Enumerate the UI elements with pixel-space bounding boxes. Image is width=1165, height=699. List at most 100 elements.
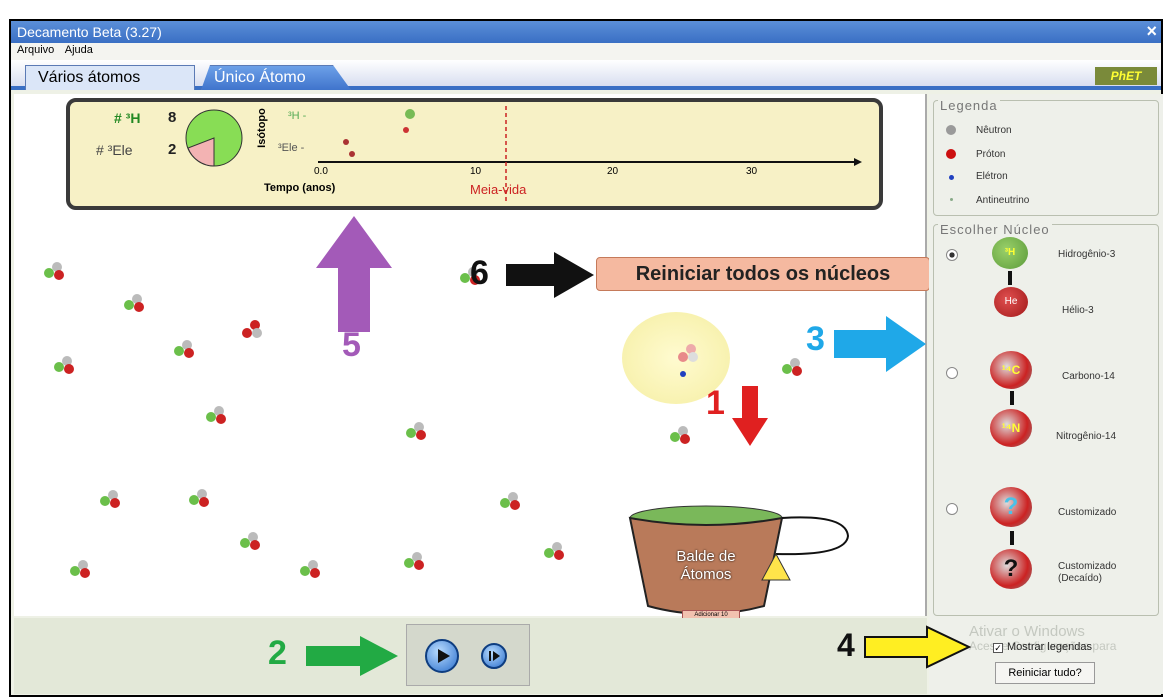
blue-arrow-icon	[834, 316, 926, 372]
h3-atom[interactable]	[670, 426, 692, 446]
reset-all-button[interactable]: Reiniciar tudo?	[995, 662, 1095, 684]
hydrogen-3-nucleus-icon: ³H	[992, 237, 1028, 269]
purple-arrow-icon	[316, 216, 392, 332]
menu-ajuda[interactable]: Ajuda	[65, 44, 93, 56]
nitrogen-14-nucleus-icon: ¹⁴N	[990, 409, 1032, 447]
antineutrino-icon	[950, 198, 953, 201]
h3-atom[interactable]	[100, 490, 122, 510]
h3-atom[interactable]	[240, 532, 262, 552]
decaying-atom[interactable]	[678, 344, 700, 364]
decay-chart: # ³H 8 # ³Ele 2 Isótopo ³H - ³Ele - 0.0 …	[66, 98, 883, 210]
row-h3-label: ³H -	[288, 110, 307, 122]
atom-bucket[interactable]: Balde de Átomos Adicionar 10	[626, 496, 850, 626]
red-arrow-icon	[732, 386, 768, 446]
legend-panel: Legenda Nêutron Próton Elétron Antineutr…	[933, 98, 1159, 216]
x-axis-label: Tempo (anos)	[264, 182, 336, 194]
h3-atom[interactable]	[174, 340, 196, 360]
h3-atom[interactable]	[500, 492, 522, 512]
h3-atom[interactable]	[70, 560, 92, 580]
nucleus-carbono-14: Carbono-14	[1062, 371, 1115, 382]
he3-atom[interactable]	[242, 320, 264, 340]
title-bar: Decamento Beta (3.27) ×	[11, 21, 1161, 43]
nucleus-hidrogenio-3: Hidrogênio-3	[1058, 249, 1116, 260]
h3-atom[interactable]	[206, 406, 228, 426]
helium-3-nucleus-icon: He	[994, 287, 1028, 317]
tick-0: 0.0	[314, 166, 328, 177]
step-button[interactable]	[481, 643, 507, 669]
row-he3-label: ³Ele -	[278, 142, 305, 154]
he3-count-label: # ³Ele	[96, 142, 133, 158]
h3-atom[interactable]	[782, 358, 804, 378]
h3-atom[interactable]	[189, 489, 211, 509]
menu-arquivo[interactable]: Arquivo	[17, 44, 54, 56]
window-title: Decamento Beta (3.27)	[17, 24, 162, 40]
h3-atom[interactable]	[404, 552, 426, 572]
legend-proton: Próton	[976, 149, 1006, 160]
decay-arrow-icon	[1010, 391, 1014, 405]
nucleus-nitrogenio-14: Nitrogênio-14	[1056, 431, 1117, 442]
electron-icon	[949, 175, 954, 180]
h3-count: 8	[168, 109, 177, 126]
annotation-3: 3	[806, 320, 825, 358]
isotope-axis-label: Isótopo	[255, 108, 268, 148]
app-window: Decamento Beta (3.27) × Arquivo Ajuda Vá…	[9, 19, 1163, 697]
close-icon[interactable]: ×	[1146, 21, 1157, 42]
proton-icon	[946, 149, 956, 159]
radio-carbono-14[interactable]	[946, 367, 958, 379]
phet-logo: PhET	[1095, 67, 1157, 85]
carbon-14-nucleus-icon: ¹⁴C	[990, 351, 1032, 389]
menu-bar: Arquivo Ajuda	[11, 43, 1161, 60]
green-arrow-icon	[306, 636, 398, 676]
tick-20: 20	[607, 166, 619, 177]
annotation-4: 4	[837, 627, 855, 663]
neutron-icon	[946, 125, 956, 135]
annotation-1: 1	[706, 384, 725, 422]
show-labels-checkbox[interactable]: ✓	[993, 643, 1003, 653]
reset-all-nuclei-button[interactable]: Reiniciar todos os núcleos	[596, 257, 930, 291]
legend-antineutrino: Antineutrino	[976, 195, 1030, 206]
legend-title: Legenda	[938, 98, 1000, 113]
nucleus-customizado: Customizado	[1058, 507, 1117, 518]
annotation-6: 6	[470, 254, 489, 292]
timeline-plot	[318, 106, 862, 202]
tab-bar: Vários átomos Único Átomo PhET	[11, 60, 1161, 90]
h3-count-label: # ³H	[114, 110, 141, 126]
h3-atom[interactable]	[124, 294, 146, 314]
sidebar: Legenda Nêutron Próton Elétron Antineutr…	[929, 94, 1163, 694]
simulation-area: # ³H 8 # ³Ele 2 Isótopo ³H - ³Ele - 0.0 …	[14, 94, 930, 620]
tick-30: 30	[746, 166, 758, 177]
black-arrow-icon	[506, 252, 594, 298]
playback-controls	[406, 624, 530, 686]
play-button[interactable]	[425, 639, 459, 673]
legend-electron: Elétron	[976, 171, 1008, 182]
tab-unico-atomo[interactable]: Único Átomo	[201, 65, 351, 90]
annotation-2: 2	[268, 634, 287, 672]
bucket-label-line2: Átomos	[680, 566, 732, 583]
custom-decayed-nucleus-icon: ?	[990, 549, 1032, 589]
show-labels-label: Mostrar legendas	[1007, 641, 1092, 653]
tick-10: 10	[470, 166, 482, 177]
h3-atom[interactable]	[300, 560, 322, 580]
radio-hidrogenio-3[interactable]	[946, 249, 958, 261]
watermark-line1: Ativar o Windows	[969, 623, 1085, 640]
annotation-5: 5	[342, 326, 361, 364]
nucleus-helio-3: Hélio-3	[1062, 305, 1094, 316]
h3-atom[interactable]	[544, 542, 566, 562]
radio-customizado[interactable]	[946, 503, 958, 515]
decay-arrow-icon	[1010, 531, 1014, 545]
nucleus-customizado-decaido: Customizado (Decaído)	[1058, 561, 1117, 584]
h3-atom[interactable]	[44, 262, 66, 282]
pie-chart	[185, 109, 243, 167]
electron-particle	[680, 371, 686, 377]
choose-nucleus-title: Escolher Núcleo	[938, 222, 1052, 237]
legend-neutron: Nêutron	[976, 125, 1012, 136]
tab-varios-atomos[interactable]: Vários átomos	[25, 65, 195, 90]
halflife-label: Meia-vida	[470, 182, 527, 197]
bucket-label-line1: Balde de	[676, 548, 736, 565]
choose-nucleus-panel: Escolher Núcleo ³H Hidrogênio-3 He Hélio…	[933, 222, 1159, 616]
h3-atom[interactable]	[54, 356, 76, 376]
h3-atom[interactable]	[406, 422, 428, 442]
custom-nucleus-icon: ?	[990, 487, 1032, 527]
bottom-bar: 2	[14, 618, 927, 694]
he3-count: 2	[168, 141, 177, 158]
